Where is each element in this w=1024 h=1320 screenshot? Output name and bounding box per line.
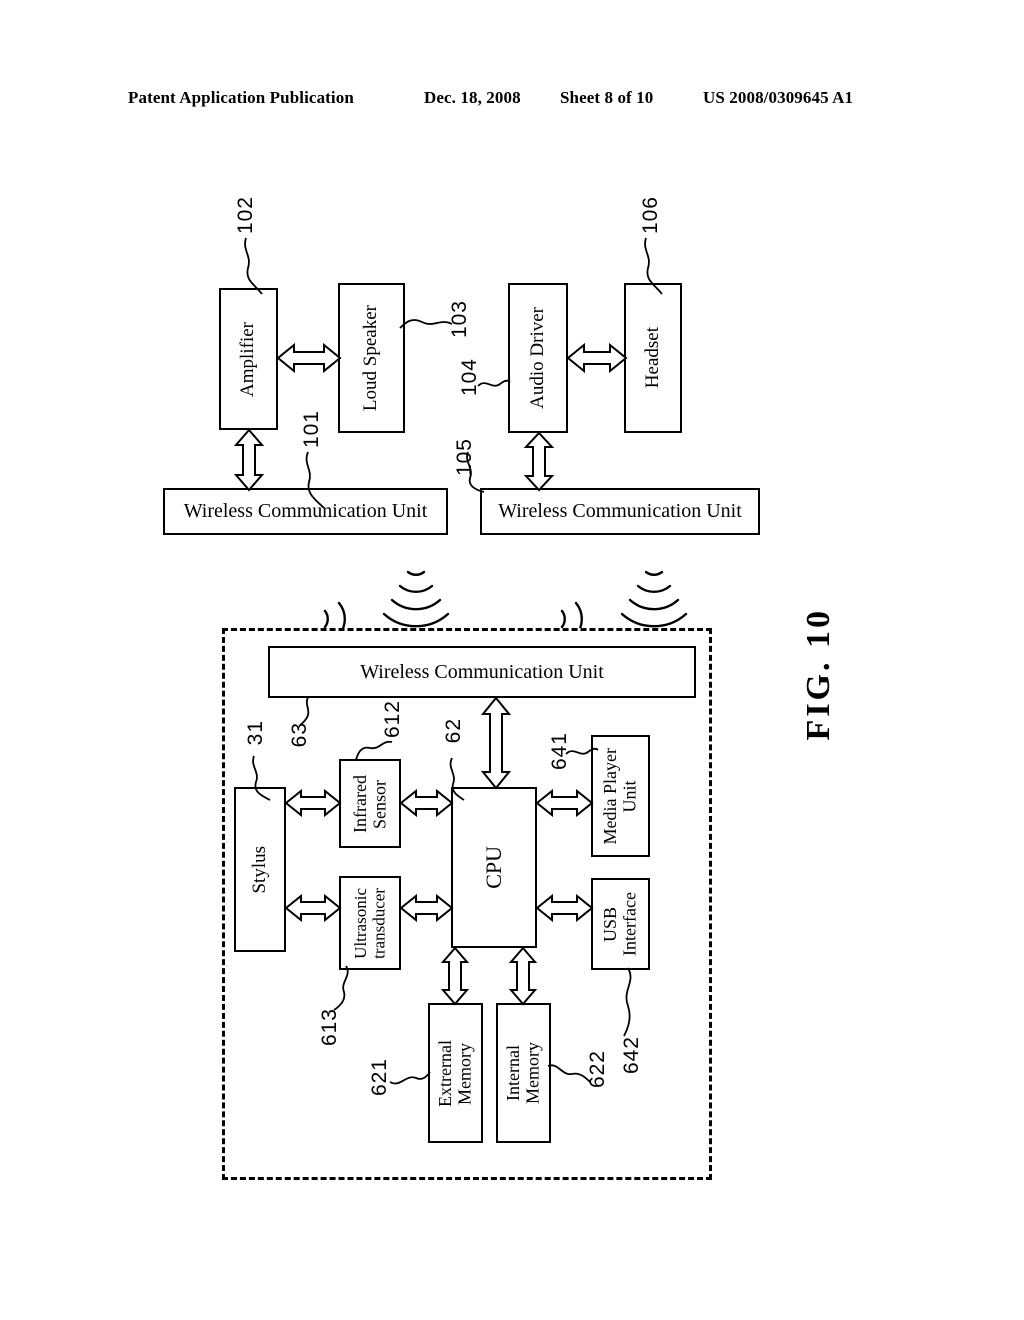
refnum-621: 621	[368, 1058, 391, 1097]
leader-622	[547, 1064, 591, 1083]
header-patent-number: US 2008/0309645 A1	[703, 88, 854, 107]
arrow-cpu-media-player-unit	[535, 788, 594, 818]
block-amplifier-label: Amplifier	[237, 321, 259, 397]
arrow-amplifier-wcu-left	[233, 428, 265, 492]
block-amplifier: Amplifier	[219, 288, 278, 430]
arrow-ultrasonic-transducer-cpu	[399, 893, 454, 923]
block-wireless-communication-unit-device: Wireless Communication Unit	[268, 646, 696, 698]
block-loud-speaker: Loud Speaker	[338, 283, 405, 433]
arrow-audio-driver-wcu-right	[523, 431, 555, 492]
header-sheet: Sheet 8 of 10	[560, 88, 654, 107]
leader-63	[299, 696, 310, 726]
block-infrared-sensor: Infrared Sensor	[339, 759, 401, 848]
wireless-waves-group-2	[382, 570, 450, 628]
block-ultrasonic-transducer: Ultrasonic transducer	[339, 876, 401, 970]
refnum-101: 101	[300, 410, 323, 449]
block-stylus: Stylus	[234, 787, 286, 952]
leader-106	[644, 237, 663, 295]
block-headset: Headset	[624, 283, 682, 433]
page-header: Patent Application Publication Dec. 18, …	[0, 88, 1024, 114]
arrow-cpu-internal-memory	[508, 946, 538, 1006]
leader-31	[252, 755, 271, 801]
refnum-106: 106	[639, 196, 662, 235]
arrow-amplifier-loud-speaker	[276, 342, 342, 374]
arrow-audio-driver-headset	[566, 342, 628, 374]
leader-612	[355, 740, 393, 761]
refnum-613: 613	[318, 1008, 341, 1047]
wireless-waves-group-1	[323, 601, 346, 628]
header-publication: Patent Application Publication	[128, 88, 354, 107]
block-media-player-unit: Media Player Unit	[591, 735, 650, 857]
block-ultrasonic-transducer-label: Ultrasonic transducer	[350, 887, 388, 959]
leader-621	[389, 1071, 431, 1085]
block-loud-speaker-label: Loud Speaker	[360, 304, 382, 412]
block-stylus-label: Stylus	[248, 845, 270, 894]
arrow-stylus-ultrasonic-transducer	[284, 893, 342, 923]
leader-101	[305, 451, 325, 509]
leader-103	[399, 319, 453, 329]
leader-105	[466, 451, 485, 493]
arrow-infrared-sensor-cpu	[399, 788, 454, 818]
block-cpu-label: CPU	[481, 846, 507, 889]
header-date: Dec. 18, 2008	[424, 88, 521, 107]
block-internal-memory: Internal Memory	[496, 1003, 551, 1143]
block-wireless-communication-unit-right: Wireless Communication Unit	[480, 488, 760, 535]
arrow-cpu-usb-interface	[535, 893, 594, 923]
block-headset-label: Headset	[641, 327, 663, 389]
refnum-62: 62	[442, 718, 465, 744]
leader-613	[333, 965, 349, 1011]
wireless-waves-group-3	[560, 601, 583, 628]
block-wcu-device-label: Wireless Communication Unit	[360, 660, 604, 683]
figure-caption: FIG. 10	[800, 608, 837, 741]
leader-104	[477, 379, 511, 387]
arrow-cpu-external-memory	[440, 946, 470, 1006]
block-internal-memory-label: Internal Memory	[503, 1042, 543, 1104]
wireless-waves-group-4	[620, 570, 688, 628]
refnum-642: 642	[620, 1036, 643, 1075]
block-cpu: CPU	[451, 787, 537, 948]
block-audio-driver: Audio Driver	[508, 283, 568, 433]
refnum-612: 612	[381, 700, 404, 739]
block-usb-interface-label: USB Interface	[600, 892, 640, 956]
arrow-stylus-infrared-sensor	[284, 788, 342, 818]
block-media-player-unit-label: Media Player Unit	[600, 747, 640, 845]
leader-62	[449, 757, 465, 801]
arrow-wcu-device-cpu	[480, 696, 512, 790]
refnum-102: 102	[234, 196, 257, 235]
leader-641	[565, 747, 599, 755]
block-audio-driver-label: Audio Driver	[526, 307, 548, 409]
leader-642	[623, 967, 632, 1037]
block-wcu-right-label: Wireless Communication Unit	[498, 500, 742, 522]
refnum-31: 31	[244, 720, 267, 746]
block-external-memory: Extrernal Memory	[428, 1003, 483, 1143]
block-infrared-sensor-label: Infrared Sensor	[349, 774, 389, 833]
leader-102	[244, 237, 263, 295]
block-external-memory-label: Extrernal Memory	[435, 1039, 475, 1107]
block-usb-interface: USB Interface	[591, 878, 650, 970]
